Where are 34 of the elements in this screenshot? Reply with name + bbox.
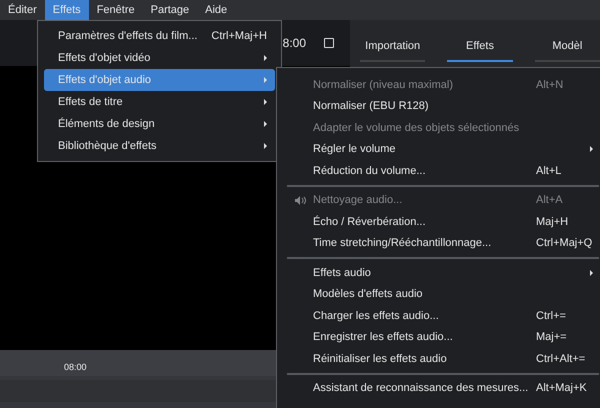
submenu-arrow-icon	[264, 55, 267, 61]
submenu-arrow-icon	[264, 99, 267, 105]
submenu-arrow-icon	[264, 77, 267, 83]
menu-item[interactable]: Écho / Réverbération... Maj+H	[277, 211, 600, 232]
submenu-arrow-icon	[264, 121, 267, 127]
panel-tab[interactable]: Effets	[447, 34, 513, 62]
panel-tab[interactable]: Modèl	[534, 34, 600, 62]
menu-item[interactable]: Enregistrer les effets audio... Maj+=	[277, 326, 600, 348]
submenu-arrow-icon	[590, 270, 593, 276]
menu-item[interactable]: Bibliothèque d'effets	[44, 135, 275, 157]
speaker-icon	[295, 196, 306, 204]
menu-item[interactable]: Time stretching/Rééchantillonnage... Ctrl+Maj+Q	[277, 232, 600, 254]
menu-item[interactable]: Paramètres d'effets du film... Ctrl+Maj+H	[44, 25, 275, 47]
submenu-arrow-icon	[590, 146, 593, 152]
menu-item[interactable]: Charger les effets audio... Ctrl+=	[277, 305, 600, 326]
maximize-icon[interactable]	[324, 38, 334, 48]
panel-tab[interactable]: Importation	[360, 34, 426, 62]
menu-item[interactable]: Effets audio	[277, 262, 600, 284]
menu-item[interactable]: Éditer	[0, 0, 45, 20]
menu-item[interactable]: Modèles d'effets audio	[277, 284, 600, 305]
timecode: 8:00	[282, 35, 306, 52]
menu-item[interactable]: Fenêtre	[88, 0, 143, 20]
menu-item[interactable]: Partage	[142, 0, 198, 20]
menu-item[interactable]: Réinitialiser les effets audio Ctrl+Alt+=	[277, 348, 600, 370]
menu-item[interactable]: Aide	[197, 0, 236, 20]
menu-item[interactable]: Effets de titre	[44, 91, 275, 113]
menu-item[interactable]: Réduction du volume... Alt+L	[277, 160, 600, 182]
menu-item[interactable]: Éléments de design	[44, 113, 275, 135]
menu-item[interactable]: Normaliser (EBU R128)	[277, 96, 600, 117]
menu-item[interactable]: Effets d'objet vidéo	[44, 47, 275, 69]
menu-item[interactable]: Régler le volume	[277, 138, 600, 160]
submenu-arrow-icon	[264, 143, 267, 149]
ruler-label: 08:00	[64, 360, 87, 374]
menu-item[interactable]: Assistant de reconnaissance des mesures... Alt+Maj+K	[277, 378, 600, 399]
